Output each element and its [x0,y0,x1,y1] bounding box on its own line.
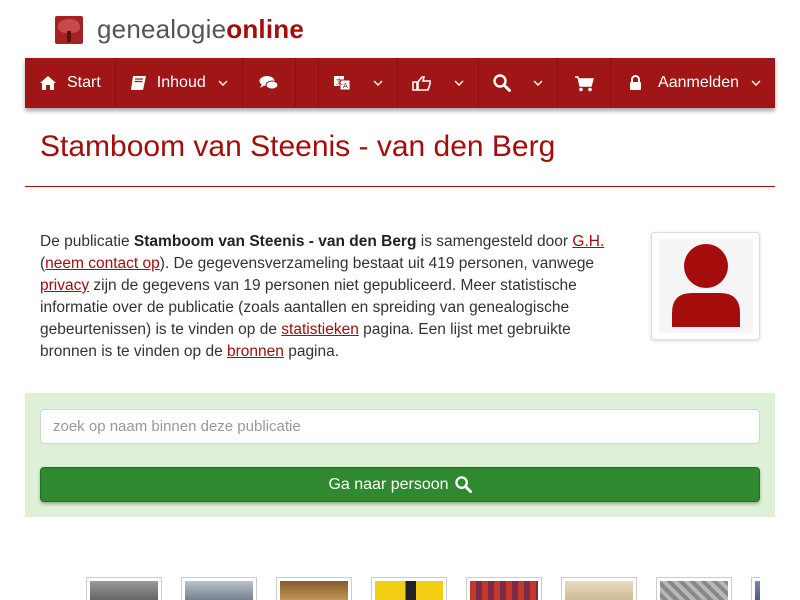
chevron-down-icon [533,80,543,87]
tree-logo-icon [55,15,83,44]
chevron-down-icon [454,80,464,87]
carousel-thumbnail[interactable] [276,577,352,600]
book-icon [130,75,147,91]
logo[interactable]: genealogieonline [55,14,304,45]
author-link[interactable]: G.H. [572,233,604,250]
privacy-link[interactable]: privacy [40,277,89,294]
person-search-panel: Ga naar persoon [25,393,775,517]
svg-text:A: A [343,82,348,90]
carousel-thumbnail[interactable] [561,577,637,600]
sources-link[interactable]: bronnen [227,343,284,360]
go-to-person-label: Ga naar persoon [328,475,449,493]
nav-inhoud-label: Inhoud [156,74,206,91]
nav-start-label: Start [67,74,101,91]
publication-name: Stamboom van Steenis - van den Berg [133,233,417,250]
search-icon [493,74,512,92]
title-divider [25,186,775,187]
home-icon [39,75,57,91]
go-to-person-button[interactable]: Ga naar persoon [40,467,760,502]
chevron-down-icon [373,80,383,87]
nav-forum[interactable] [243,58,296,108]
comments-icon [259,75,279,91]
person-search-input[interactable] [40,409,760,444]
contact-link[interactable]: neem contact op [45,255,160,272]
page-title: Stamboom van Steenis - van den Berg [40,130,556,163]
cart-icon [574,75,594,92]
nav-start[interactable]: Start [25,58,116,108]
translate-icon: 文A [333,74,351,92]
nav-search[interactable] [479,58,559,108]
svg-text:文: 文 [336,77,343,86]
carousel-thumbnail[interactable] [751,577,760,600]
nav-cart[interactable] [558,58,612,108]
nav-language[interactable]: 文A [319,58,399,108]
main-navbar: Start Inhoud 文A Aanmelden [25,58,775,108]
carousel-thumbnail[interactable] [86,577,162,600]
avatar [658,239,753,333]
lock-icon [629,75,642,91]
thumbs-up-icon [412,75,432,91]
nav-share[interactable] [398,58,480,108]
carousel-thumbnail[interactable] [466,577,542,600]
nav-aanmelden[interactable]: Aanmelden [611,58,775,108]
search-icon [454,476,472,493]
chevron-down-icon [751,80,761,87]
carousel-thumbnail[interactable] [656,577,732,600]
nav-aanmelden-label: Aanmelden [658,74,739,91]
chevron-down-icon [218,80,228,87]
statistics-link[interactable]: statistieken [281,321,359,338]
carousel-thumbnail[interactable] [181,577,257,600]
user-icon [671,244,740,327]
carousel-thumbnail[interactable] [371,577,447,600]
image-carousel [86,577,760,600]
publication-intro: De publicatie Stamboom van Steenis - van… [40,233,605,360]
author-avatar[interactable] [651,232,760,340]
brand-name: genealogieonline [97,14,304,44]
nav-inhoud[interactable]: Inhoud [116,58,243,108]
nav-spacer [296,58,320,108]
